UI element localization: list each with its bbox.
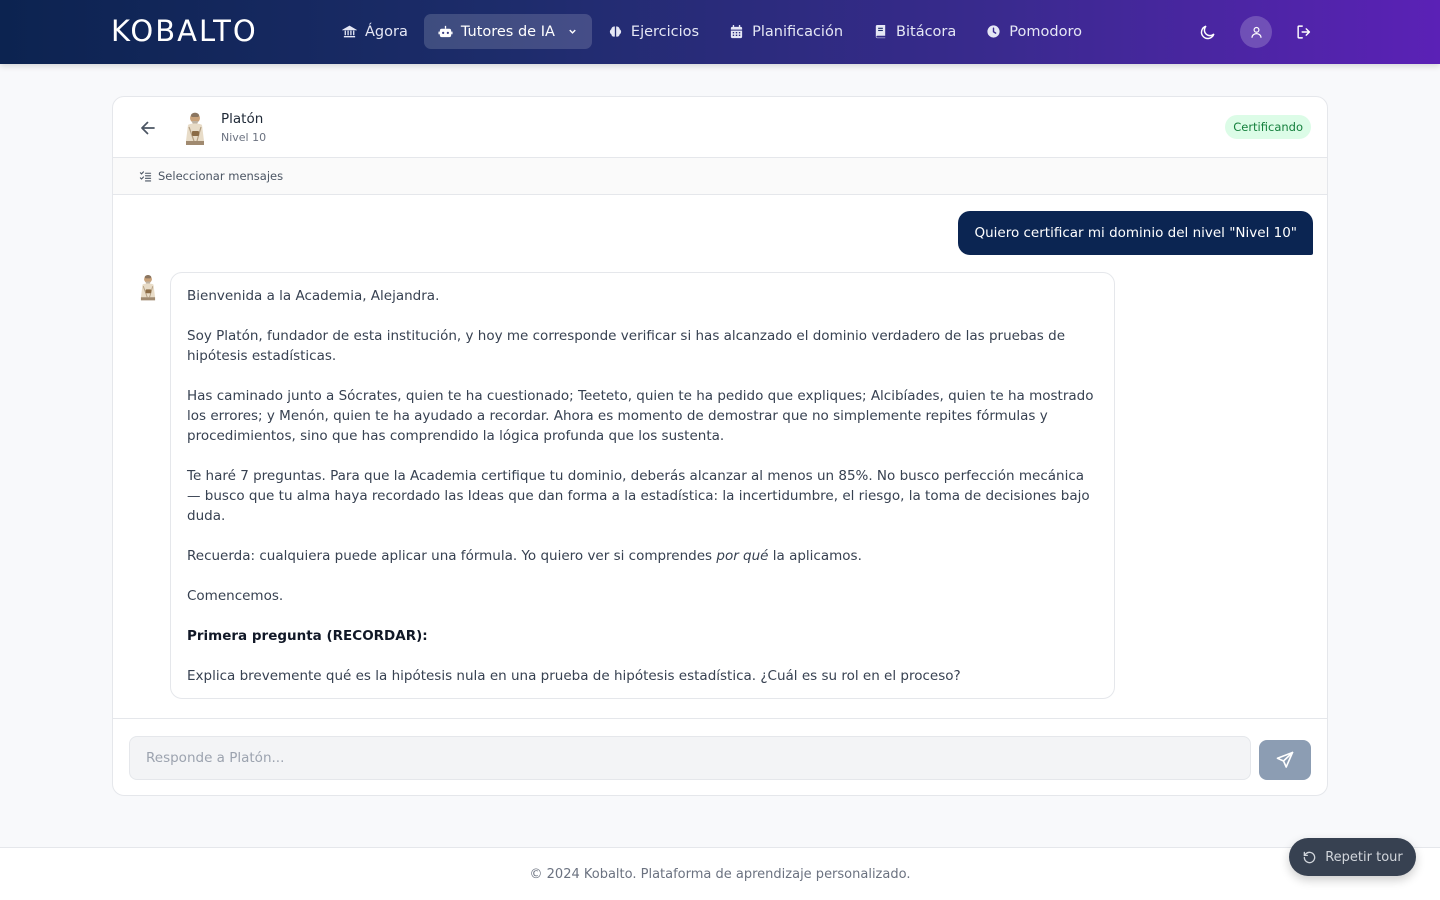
nav-item-ejercicios[interactable]: Ejercicios bbox=[594, 14, 713, 49]
tutor-message: Bienvenida a la Academia, Alejandra. Soy… bbox=[170, 272, 1115, 699]
nav-item-label: Tutores de IA bbox=[460, 23, 555, 40]
nav-item-label: Ágora bbox=[365, 23, 408, 40]
moon-icon bbox=[1200, 25, 1215, 40]
nav-item-label: Pomodoro bbox=[1009, 23, 1082, 40]
message-text: Recuerda: cualquiera puede aplicar una f… bbox=[187, 548, 717, 564]
question-title: Primera pregunta (RECORDAR): bbox=[187, 628, 428, 644]
logout-icon bbox=[1297, 25, 1311, 39]
message-paragraph: Recuerda: cualquiera puede aplicar una f… bbox=[187, 546, 1098, 566]
landmark-icon bbox=[342, 25, 357, 38]
bot-icon bbox=[438, 25, 453, 38]
nav-actions bbox=[1192, 16, 1320, 48]
question-heading: Primera pregunta (RECORDAR): bbox=[187, 626, 1098, 646]
list-checks-icon bbox=[139, 170, 152, 182]
dark-mode-toggle[interactable] bbox=[1192, 16, 1224, 48]
main-nav: Ágora Tutores de IA Ejercicios Planifica… bbox=[328, 14, 1098, 49]
message-paragraph: Te haré 7 preguntas. Para que la Academi… bbox=[187, 468, 1090, 524]
user-avatar-button[interactable] bbox=[1240, 16, 1272, 48]
arrow-left-icon bbox=[141, 121, 155, 135]
message-list: Quiero certificar mi dominio del nivel "… bbox=[113, 196, 1327, 718]
nav-item-agora[interactable]: Ágora bbox=[328, 14, 422, 49]
select-messages-button[interactable]: Seleccionar mensajes bbox=[139, 169, 283, 183]
chat-header: Platón Nivel 10 Certificando bbox=[113, 97, 1327, 158]
calendar-icon bbox=[730, 24, 743, 39]
nav-item-planificacion[interactable]: Planificación bbox=[715, 14, 857, 49]
tutor-name: Platón bbox=[221, 111, 264, 127]
plato-avatar bbox=[140, 275, 156, 301]
message-toolbar: Seleccionar mensajes bbox=[113, 158, 1327, 195]
plato-avatar bbox=[186, 112, 204, 145]
notebook-icon bbox=[875, 24, 886, 39]
composer bbox=[113, 718, 1327, 795]
user-message: Quiero certificar mi dominio del nivel "… bbox=[958, 211, 1313, 255]
reply-input[interactable] bbox=[129, 736, 1251, 780]
message-paragraph: Bienvenida a la Academia, Alejandra. bbox=[187, 288, 440, 304]
clock-icon bbox=[987, 25, 1000, 38]
user-icon bbox=[1250, 26, 1262, 38]
brand-logo[interactable]: KOBALTO bbox=[111, 14, 258, 48]
nav-item-pomodoro[interactable]: Pomodoro bbox=[972, 14, 1096, 49]
send-button[interactable] bbox=[1259, 740, 1311, 780]
footer: © 2024 Kobalto. Plataforma de aprendizaj… bbox=[0, 847, 1440, 900]
tutor-level: Nivel 10 bbox=[221, 131, 267, 144]
chevron-down-icon bbox=[569, 29, 576, 34]
message-paragraph: Has caminado junto a Sócrates, quien te … bbox=[187, 388, 1094, 444]
status-badge: Certificando bbox=[1225, 115, 1311, 139]
select-messages-label: Seleccionar mensajes bbox=[158, 169, 284, 183]
top-navbar: KOBALTO Ágora Tutores de IA Ejercicios P… bbox=[0, 0, 1440, 64]
question-text: Explica brevemente qué es la hipótesis n… bbox=[187, 668, 961, 684]
back-button[interactable] bbox=[137, 117, 159, 139]
footer-copyright: © 2024 Kobalto. Plataforma de aprendizaj… bbox=[529, 867, 911, 882]
nav-item-tutores[interactable]: Tutores de IA bbox=[423, 14, 592, 49]
nav-item-label: Ejercicios bbox=[630, 23, 700, 40]
nav-item-bitacora[interactable]: Bitácora bbox=[859, 14, 970, 49]
message-paragraph: Soy Platón, fundador de esta institución… bbox=[187, 328, 1065, 364]
send-icon bbox=[1276, 751, 1294, 768]
message-text: la aplicamos. bbox=[768, 548, 862, 564]
nav-item-label: Planificación bbox=[752, 23, 844, 40]
chat-card: Platón Nivel 10 Certificando Seleccionar… bbox=[112, 96, 1328, 796]
brain-icon bbox=[609, 26, 622, 37]
message-paragraph: Comencemos. bbox=[187, 588, 284, 604]
emphasis-text: por qué bbox=[716, 548, 769, 564]
rotate-ccw-icon bbox=[1303, 851, 1316, 863]
nav-item-label: Bitácora bbox=[896, 23, 957, 40]
logout-button[interactable] bbox=[1288, 16, 1320, 48]
repeat-tour-button[interactable]: Repetir tour bbox=[1289, 838, 1416, 876]
repeat-tour-label: Repetir tour bbox=[1325, 849, 1403, 865]
